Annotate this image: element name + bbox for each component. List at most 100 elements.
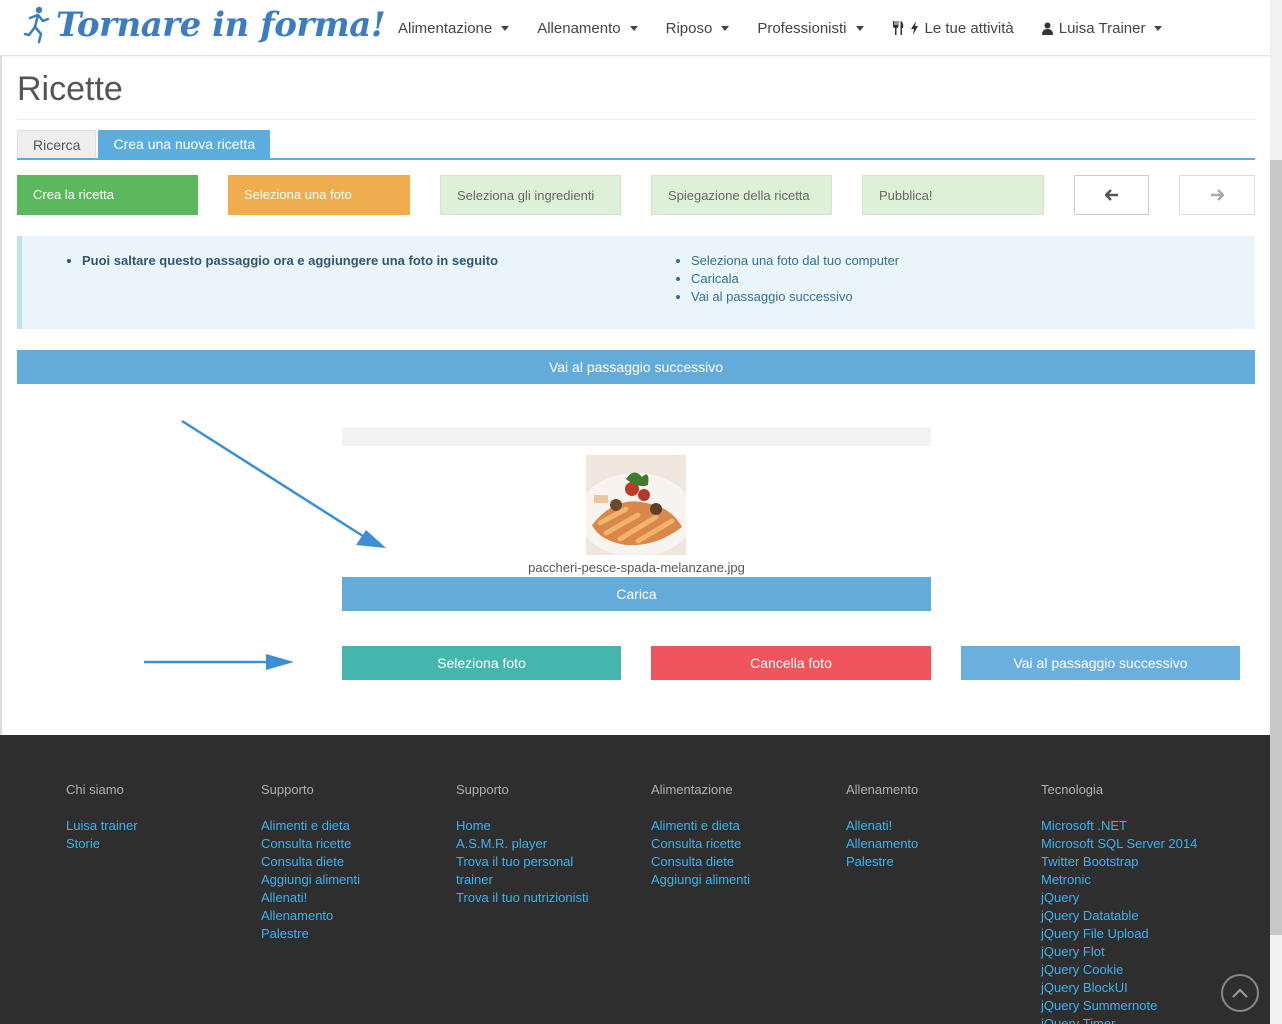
nav-attivita[interactable]: Le tue attività (878, 20, 1028, 37)
next-step-button-bottom[interactable]: Vai al passaggio successivo (961, 646, 1240, 680)
footer-link[interactable]: Luisa trainer (66, 817, 256, 835)
footer-link[interactable]: Microsoft SQL Server 2014 (1041, 835, 1261, 853)
chevron-up-icon (1232, 988, 1248, 998)
page-title: Ricette (17, 70, 123, 108)
cutlery-icon (892, 21, 903, 35)
step-spiegazione[interactable]: Spiegazione della ricetta (651, 175, 832, 215)
delete-photo-button[interactable]: Cancella foto (651, 646, 931, 680)
info-skip-note: Puoi saltare questo passaggio ora e aggi… (82, 252, 498, 270)
step-seleziona-foto[interactable]: Seleziona una foto (228, 175, 410, 215)
site-logo[interactable]: Tornare in forma! (22, 4, 386, 46)
annotation-arrow-diagonal-line (181, 419, 367, 540)
footer-link[interactable]: Allenati! (846, 817, 1036, 835)
info-box: Puoi saltare questo passaggio ora e aggi… (17, 236, 1255, 329)
footer-link[interactable]: Metronic (1041, 871, 1261, 889)
footer-link[interactable]: Aggiungi alimenti (261, 871, 451, 889)
footer-col-title: Supporto (456, 782, 509, 797)
step-ingredienti[interactable]: Seleziona gli ingredienti (440, 175, 621, 215)
arrow-left-icon (1104, 189, 1118, 201)
footer-link[interactable]: jQuery Datatable (1041, 907, 1261, 925)
tab-ricerca[interactable]: Ricerca (17, 130, 97, 159)
footer-link[interactable]: Allenamento (261, 907, 451, 925)
footer-link[interactable]: Consulta ricette (261, 835, 451, 853)
footer-link[interactable]: trainer (456, 871, 646, 889)
footer-link[interactable]: Twitter Bootstrap (1041, 853, 1261, 871)
title-divider (17, 119, 1255, 120)
nav-label: Allenamento (537, 19, 621, 37)
prev-step-button[interactable] (1074, 175, 1149, 215)
footer-link[interactable]: Allenati! (261, 889, 451, 907)
footer-link[interactable]: Microsoft .NET (1041, 817, 1261, 835)
footer-link[interactable]: Aggiungi alimenti (651, 871, 841, 889)
caret-down-icon (855, 25, 864, 31)
nav-riposo[interactable]: Riposo (652, 20, 744, 37)
arrow-right-icon (1211, 189, 1224, 201)
footer-link[interactable]: Trova il tuo nutrizionisti (456, 889, 646, 907)
footer-col-supporto-1: Supporto Alimenti e dieta Consulta ricet… (261, 782, 451, 943)
info-step-2: Caricala (691, 270, 899, 288)
footer-link[interactable]: Consulta diete (651, 853, 841, 871)
user-icon (1041, 22, 1053, 35)
main-nav: Alimentazione Allenamento Riposo Profess… (384, 0, 1176, 56)
footer-link[interactable]: jQuery (1041, 889, 1261, 907)
footer-link[interactable]: Palestre (261, 925, 451, 943)
nav-user-menu[interactable]: Luisa Trainer (1028, 20, 1177, 37)
footer-col-title: Alimentazione (651, 782, 733, 797)
footer-link[interactable]: Alimenti e dieta (651, 817, 841, 835)
footer-link[interactable]: Consulta ricette (651, 835, 841, 853)
annotation-arrowhead-diagonal (356, 530, 386, 548)
step-pubblica[interactable]: Pubblica! (862, 175, 1044, 215)
caret-down-icon (501, 25, 510, 31)
footer-link[interactable]: Consulta diete (261, 853, 451, 871)
nav-label: Riposo (665, 19, 713, 37)
footer-link[interactable]: Storie (66, 835, 256, 853)
footer-link[interactable]: Palestre (846, 853, 1036, 871)
info-step-3: Vai al passaggio successivo (691, 288, 899, 306)
caret-down-icon (629, 25, 638, 31)
logo-text: Tornare in forma! (56, 5, 386, 45)
site-footer: Chi siamo Luisa trainer Storie Supporto … (0, 735, 1270, 1024)
next-step-button[interactable] (1179, 175, 1255, 215)
footer-col-title: Supporto (261, 782, 314, 797)
tab-crea-ricetta[interactable]: Crea una nuova ricetta (98, 130, 271, 159)
footer-link[interactable]: jQuery Flot (1041, 943, 1261, 961)
upload-button[interactable]: Carica (342, 577, 931, 611)
step-crea-ricetta[interactable]: Crea la ricetta (17, 175, 198, 215)
info-left-list: Puoi saltare questo passaggio ora e aggi… (82, 252, 498, 270)
nav-label: Alimentazione (398, 19, 493, 37)
footer-link[interactable]: jQuery Cookie (1041, 961, 1261, 979)
footer-link[interactable]: jQuery File Upload (1041, 925, 1261, 943)
nav-alimentazione[interactable]: Alimentazione (384, 20, 523, 37)
annotation-arrowhead-horizontal (266, 654, 294, 670)
nav-professionisti[interactable]: Professionisti (743, 20, 877, 37)
footer-link[interactable]: Home (456, 817, 646, 835)
nav-label: Professionisti (757, 19, 847, 37)
footer-col-allenamento: Allenamento Allenati! Allenamento Palest… (846, 782, 1036, 871)
info-step-1: Seleziona una foto dal tuo computer (691, 252, 899, 270)
footer-link[interactable]: Allenamento (846, 835, 1036, 853)
tabs-underline (17, 158, 1255, 160)
footer-link[interactable]: Alimenti e dieta (261, 817, 451, 835)
top-navbar: Tornare in forma! Alimentazione Allename… (0, 0, 1270, 56)
next-step-bar-button[interactable]: Vai al passaggio successivo (17, 350, 1255, 384)
recipe-photo-thumbnail (586, 455, 686, 555)
nav-label: Luisa Trainer (1058, 19, 1146, 37)
footer-col-chi-siamo: Chi siamo Luisa trainer Storie (66, 782, 256, 853)
footer-link[interactable]: Trova il tuo personal (456, 853, 646, 871)
footer-link[interactable]: jQuery Timer (1041, 1015, 1261, 1024)
pasta-dish-image (586, 455, 686, 555)
bolt-icon (910, 21, 918, 35)
footer-link[interactable]: A.S.M.R. player (456, 835, 646, 853)
footer-col-title: Chi siamo (66, 782, 124, 797)
nav-allenamento[interactable]: Allenamento (523, 20, 651, 37)
info-steps-list: Seleziona una foto dal tuo computer Cari… (691, 252, 899, 306)
scroll-to-top-button[interactable] (1221, 974, 1259, 1012)
recipe-tabs: Ricerca Crea una nuova ricetta (17, 130, 271, 160)
selected-file-name: paccheri-pesce-spada-melanzane.jpg (528, 560, 745, 575)
scrollbar-thumb[interactable] (1270, 160, 1282, 935)
footer-col-title: Tecnologia (1041, 782, 1104, 797)
select-photo-button[interactable]: Seleziona foto (342, 646, 621, 680)
upload-progress-bar (342, 427, 931, 446)
caret-down-icon (721, 25, 730, 31)
page-left-border (0, 56, 2, 736)
